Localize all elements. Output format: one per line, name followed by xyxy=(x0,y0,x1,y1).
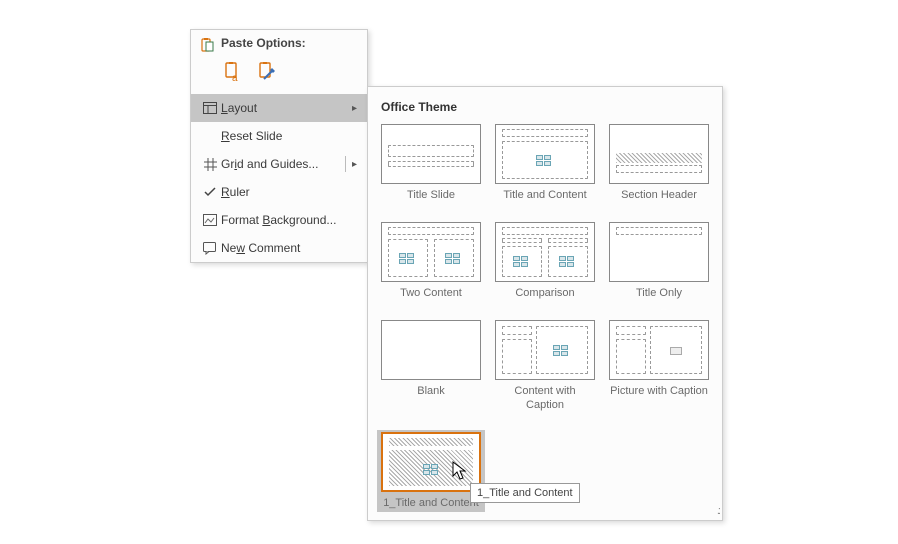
layout-caption: Title and Content xyxy=(503,189,586,202)
layout-option-title-only[interactable]: Title Only xyxy=(607,222,711,300)
layout-option-title-slide[interactable]: Title Slide xyxy=(379,124,483,202)
layout-icon xyxy=(199,102,221,114)
layout-caption: Comparison xyxy=(515,287,574,300)
layout-flyout: Office Theme Title Slide Title and Conte… xyxy=(367,86,723,521)
layout-caption: Content with Caption xyxy=(495,385,595,411)
resize-grip-icon[interactable]: .: xyxy=(717,505,719,517)
menu-item-reset-slide[interactable]: Reset Slide xyxy=(191,122,367,150)
layout-caption: Picture with Caption xyxy=(610,385,708,398)
menu-item-grid-label: Grid and Guides... xyxy=(221,157,345,171)
menu-item-reset-label: Reset Slide xyxy=(221,129,359,143)
layout-option-blank[interactable]: Blank xyxy=(379,320,483,411)
layout-grid: Title Slide Title and Content Section He… xyxy=(379,124,711,510)
paste-clipboard-icon xyxy=(199,37,215,56)
layout-flyout-title: Office Theme xyxy=(379,97,711,124)
menu-item-ruler-label: Ruler xyxy=(221,185,359,199)
layout-option-comparison[interactable]: Comparison xyxy=(493,222,597,300)
layout-option-1-title-and-content[interactable]: 1_Title and Content xyxy=(377,430,485,512)
grid-icon xyxy=(199,158,221,171)
chevron-right-icon: ▸ xyxy=(345,156,359,172)
layout-caption: 1_Title and Content xyxy=(383,497,479,510)
context-menu: Paste Options: a Layout ▸ Reset Slide Gr… xyxy=(190,29,368,263)
layout-caption: Two Content xyxy=(400,287,462,300)
check-icon xyxy=(199,187,221,197)
layout-option-title-and-content[interactable]: Title and Content xyxy=(493,124,597,202)
layout-caption: Blank xyxy=(417,385,445,398)
layout-caption: Title Only xyxy=(636,287,682,300)
paste-option-use-destination-icon[interactable] xyxy=(255,60,279,84)
svg-text:a: a xyxy=(232,73,238,83)
menu-item-ruler[interactable]: Ruler xyxy=(191,178,367,206)
layout-option-two-content[interactable]: Two Content xyxy=(379,222,483,300)
menu-item-layout[interactable]: Layout ▸ xyxy=(191,94,367,122)
menu-item-new-comment-label: New Comment xyxy=(221,241,359,255)
menu-item-grid-guides[interactable]: Grid and Guides... ▸ xyxy=(191,150,367,178)
layout-thumb xyxy=(381,222,481,282)
layout-thumb xyxy=(495,124,595,184)
menu-item-new-comment[interactable]: New Comment xyxy=(191,234,367,262)
chevron-right-icon: ▸ xyxy=(352,103,359,114)
paste-option-keep-source-icon[interactable]: a xyxy=(221,60,245,84)
layout-thumb xyxy=(381,124,481,184)
menu-item-layout-label: Layout xyxy=(221,101,352,115)
layout-thumb xyxy=(495,222,595,282)
paste-options-header: Paste Options: xyxy=(191,30,367,54)
paste-options-icons: a xyxy=(191,54,367,94)
layout-option-section-header[interactable]: Section Header xyxy=(607,124,711,202)
comment-icon xyxy=(199,242,221,255)
layout-caption: Title Slide xyxy=(407,189,455,202)
format-background-icon xyxy=(199,214,221,226)
layout-thumb xyxy=(609,320,709,380)
layout-thumb xyxy=(381,320,481,380)
paste-options-title: Paste Options: xyxy=(221,36,306,50)
layout-caption: Section Header xyxy=(621,189,697,202)
layout-option-picture-with-caption[interactable]: Picture with Caption xyxy=(607,320,711,411)
menu-item-format-bg-label: Format Background... xyxy=(221,213,359,227)
layout-thumb xyxy=(609,222,709,282)
layout-thumb xyxy=(609,124,709,184)
layout-thumb xyxy=(381,432,481,492)
layout-tooltip: 1_Title and Content xyxy=(470,483,580,503)
layout-thumb xyxy=(495,320,595,380)
menu-item-format-background[interactable]: Format Background... xyxy=(191,206,367,234)
layout-option-content-with-caption[interactable]: Content with Caption xyxy=(493,320,597,411)
